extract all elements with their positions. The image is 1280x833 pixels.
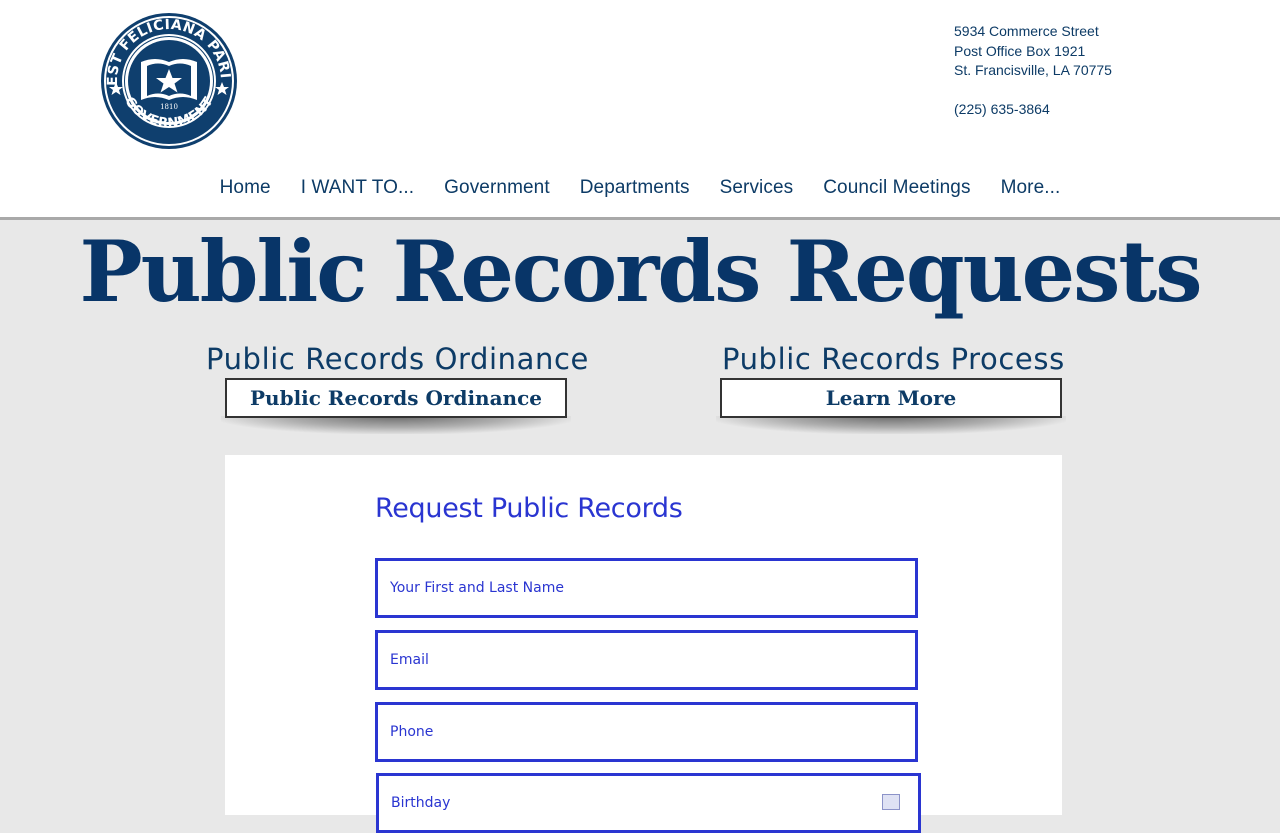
phone-number[interactable]: (225) 635-3864 [954, 100, 1112, 120]
address-po-box: Post Office Box 1921 [954, 42, 1086, 59]
birthday-field[interactable] [376, 773, 921, 833]
site-header: WEST FELICIANA PARISH GOVERNMENT 1810 59… [0, 0, 1280, 220]
email-field[interactable] [375, 630, 918, 690]
svg-text:1810: 1810 [160, 103, 178, 111]
name-field[interactable] [375, 558, 918, 618]
learn-more-button[interactable]: Learn More [720, 378, 1062, 418]
form-title: Request Public Records [375, 493, 683, 524]
email-input[interactable] [378, 633, 915, 687]
process-heading: Public Records Process [722, 342, 1065, 376]
nav-i-want-to[interactable]: I WANT TO... [286, 172, 429, 206]
main-nav: Home I WANT TO... Government Departments… [0, 172, 1280, 206]
name-input[interactable] [378, 561, 915, 615]
nav-council-meetings[interactable]: Council Meetings [808, 172, 985, 206]
public-records-ordinance-button[interactable]: Public Records Ordinance [225, 378, 567, 418]
phone-field[interactable] [375, 702, 918, 762]
nav-departments[interactable]: Departments [565, 172, 705, 206]
request-form-card: Request Public Records [225, 455, 1062, 833]
birthday-input[interactable] [379, 776, 918, 830]
calendar-icon[interactable] [882, 794, 900, 810]
ordinance-button-wrapper: Public Records Ordinance [221, 378, 571, 434]
nav-home[interactable]: Home [205, 172, 286, 206]
nav-government[interactable]: Government [429, 172, 565, 206]
address-street: 5934 Commerce Street [954, 23, 1099, 39]
ordinance-heading: Public Records Ordinance [206, 342, 589, 376]
process-button-wrapper: Learn More [716, 378, 1066, 434]
phone-input[interactable] [378, 705, 915, 759]
parish-seal-logo[interactable]: WEST FELICIANA PARISH GOVERNMENT 1810 [100, 12, 238, 150]
contact-address: 5934 Commerce Street Post Office Box 192… [954, 22, 1112, 120]
page-title: Public Records Requests [79, 222, 1202, 321]
nav-services[interactable]: Services [705, 172, 809, 206]
address-city: St. Francisville, LA 70775 [954, 62, 1112, 78]
nav-more[interactable]: More... [986, 172, 1076, 206]
